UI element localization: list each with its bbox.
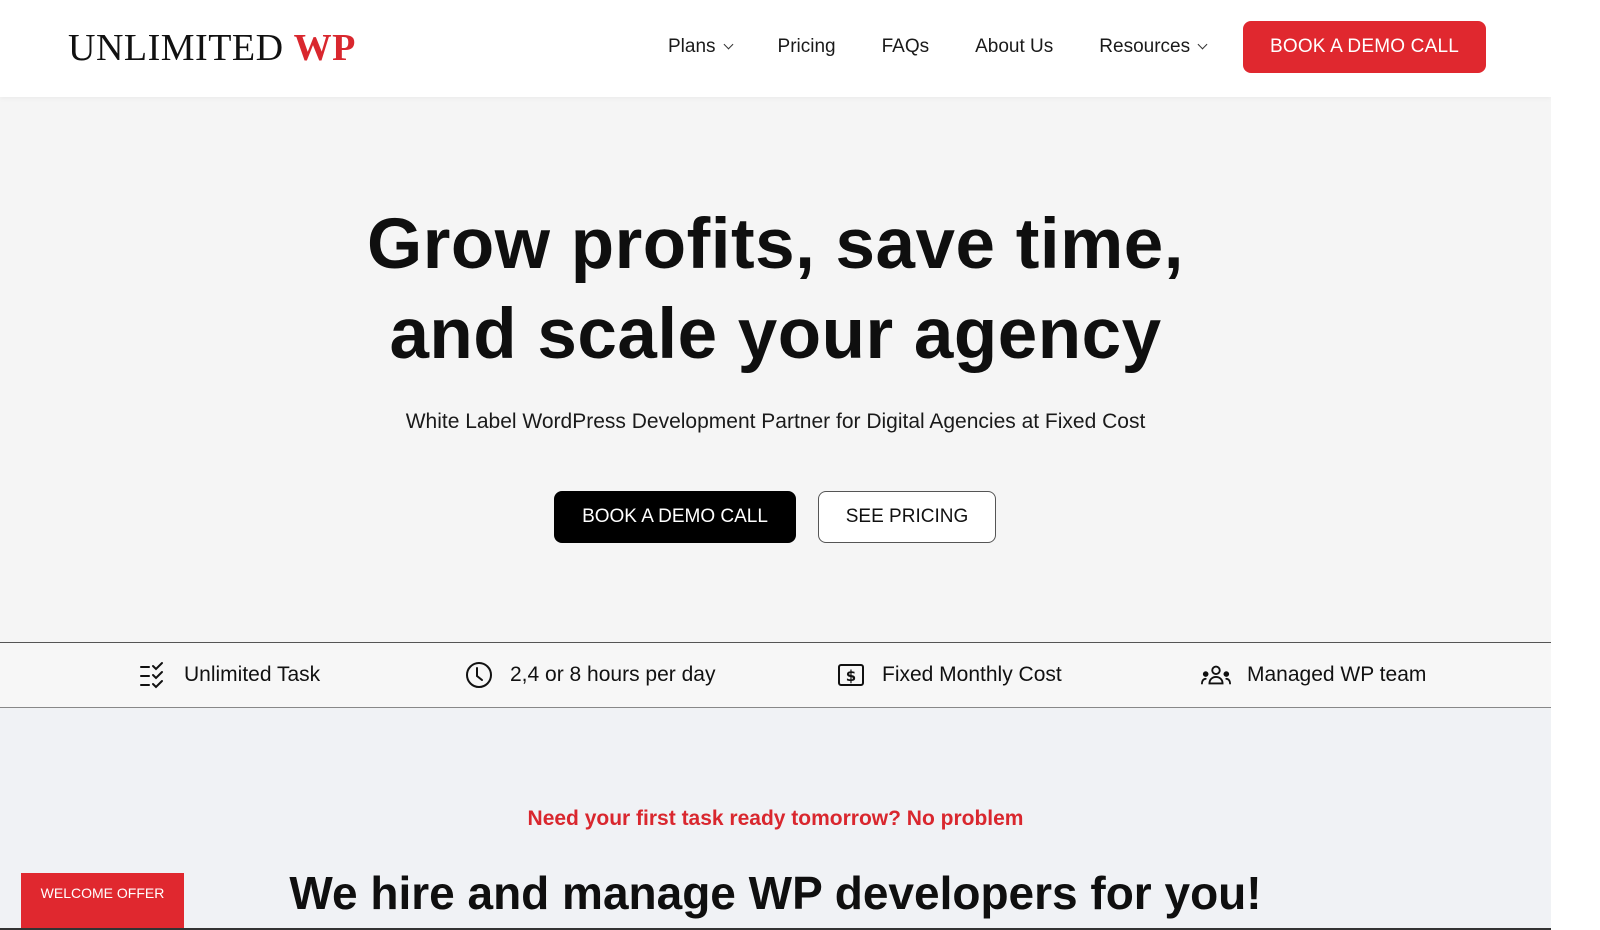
nav-item-plans[interactable]: Plans xyxy=(668,36,733,58)
logo[interactable]: UNLIMITED WP xyxy=(68,26,356,70)
welcome-offer-button[interactable]: WELCOME OFFER xyxy=(21,873,184,930)
nav-item-label: Plans xyxy=(668,36,716,57)
feature-hours: 2,4 or 8 hours per day xyxy=(464,643,715,707)
site-header: UNLIMITED WP Plans Pricing FAQs About Us… xyxy=(0,0,1551,97)
feature-label: Managed WP team xyxy=(1247,663,1427,686)
hero-title-line-2: and scale your agency xyxy=(389,295,1162,374)
nav-item-label: Pricing xyxy=(777,36,836,57)
developers-section: Need your first task ready tomorrow? No … xyxy=(0,708,1551,930)
logo-text: UNLIMITED xyxy=(68,27,284,69)
hero-section: Grow profits, save time, and scale your … xyxy=(0,97,1551,642)
nav-item-resources[interactable]: Resources xyxy=(1099,36,1208,58)
checklist-icon xyxy=(138,660,168,690)
feature-managed-team: Managed WP team xyxy=(1201,643,1426,707)
section-eyebrow: Need your first task ready tomorrow? No … xyxy=(527,807,1024,830)
logo-accent-text: WP xyxy=(293,27,356,69)
nav-item-label: Resources xyxy=(1099,36,1191,57)
feature-label: Unlimited Task xyxy=(184,663,321,686)
nav-item-label: FAQs xyxy=(881,36,930,57)
main-nav: Plans Pricing FAQs About Us Resources xyxy=(668,36,1208,58)
svg-text:$: $ xyxy=(846,667,856,685)
see-pricing-button[interactable]: SEE PRICING xyxy=(818,491,996,543)
hero-book-demo-button[interactable]: BOOK A DEMO CALL xyxy=(554,491,796,543)
feature-label: 2,4 or 8 hours per day xyxy=(510,663,716,686)
feature-fixed-cost: $ Fixed Monthly Cost xyxy=(836,643,1062,707)
hero-title-line-1: Grow profits, save time, xyxy=(367,205,1184,284)
header-book-demo-button[interactable]: BOOK A DEMO CALL xyxy=(1243,21,1486,73)
nav-item-pricing[interactable]: Pricing xyxy=(778,36,836,58)
nav-item-label: About Us xyxy=(975,36,1054,57)
page: UNLIMITED WP Plans Pricing FAQs About Us… xyxy=(0,0,1551,930)
feature-label: Fixed Monthly Cost xyxy=(882,663,1062,686)
team-icon xyxy=(1201,660,1231,690)
section-title: We hire and manage WP developers for you… xyxy=(289,867,1262,919)
feature-unlimited-task: Unlimited Task xyxy=(138,643,320,707)
nav-item-about-us[interactable]: About Us xyxy=(975,36,1053,58)
hero-title: Grow profits, save time, and scale your … xyxy=(0,200,1551,380)
chevron-down-icon xyxy=(1197,39,1208,50)
features-strip: Unlimited Task 2,4 or 8 hours per day $ … xyxy=(0,642,1551,708)
chevron-down-icon xyxy=(723,39,733,50)
clock-icon xyxy=(464,660,494,690)
nav-item-faqs[interactable]: FAQs xyxy=(882,36,930,58)
page-right-margin xyxy=(1551,0,1600,930)
hero-subtitle: White Label WordPress Development Partne… xyxy=(405,410,1146,433)
dollar-bill-icon: $ xyxy=(836,660,866,690)
